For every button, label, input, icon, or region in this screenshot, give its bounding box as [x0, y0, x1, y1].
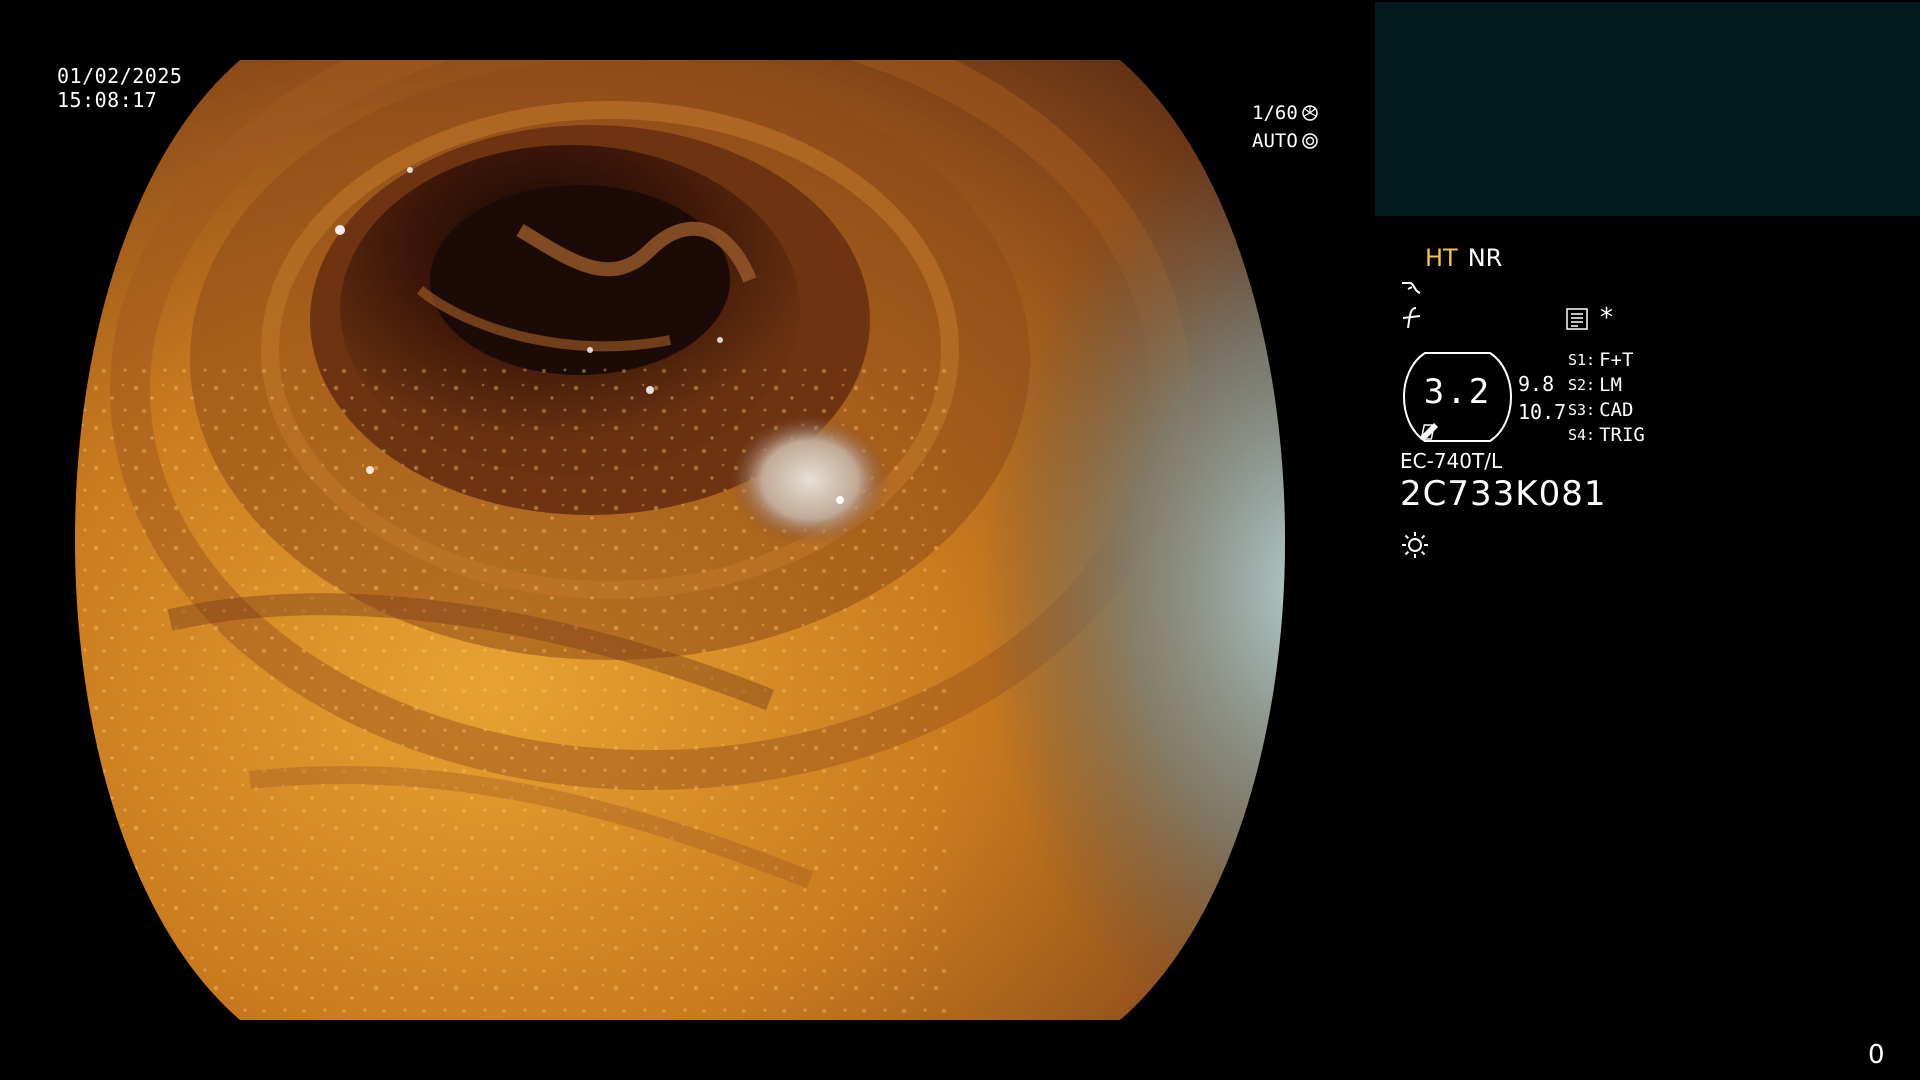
switch-label: LM	[1599, 374, 1622, 396]
scope-switch-2: S2: LM	[1568, 373, 1645, 398]
iris-icon	[1301, 132, 1319, 150]
switch-label: TRIG	[1599, 424, 1645, 446]
datetime-display: 01/02/2025 15:08:17	[57, 64, 182, 112]
scope-serial: 2C733K081	[1400, 474, 1607, 514]
switch-key: S3:	[1568, 401, 1596, 419]
exposure-row: AUTO	[1252, 127, 1319, 155]
scope-switch-list: S1: F+T S2: LM S3: CAD S4: TRIG	[1568, 348, 1645, 448]
switch-key: S1:	[1568, 351, 1596, 369]
date-label: 01/02/2025	[57, 64, 183, 88]
time-label: 15:08:17	[57, 88, 158, 112]
switch-key: S4:	[1568, 426, 1596, 444]
asterisk-indicator: *	[1600, 303, 1613, 333]
ht-indicator: HT	[1425, 244, 1458, 272]
processing-status: HT NR	[1425, 244, 1502, 272]
gauge-lower-value: 10.7	[1518, 400, 1567, 424]
gauge-side-values: 9.8 10.7	[1518, 370, 1566, 426]
exposure-info: 1/60 AUTO	[1252, 99, 1319, 155]
scope-model: EC-740T/L	[1400, 449, 1503, 473]
gauge-value: 3.2	[1423, 372, 1492, 412]
aperture-icon	[1301, 104, 1319, 122]
secondary-view-panel	[1375, 2, 1920, 216]
curve-icon	[1400, 277, 1426, 299]
shutter-row: 1/60	[1252, 99, 1319, 127]
scope-switch-1: S1: F+T	[1568, 348, 1645, 373]
slash-f-icon	[1400, 306, 1426, 330]
exposure-mode: AUTO	[1252, 130, 1298, 152]
list-icon	[1566, 308, 1588, 330]
scope-switch-3: S3: CAD	[1568, 398, 1645, 423]
frame-counter: 0	[1868, 1040, 1885, 1070]
scope-switch-4: S4: TRIG	[1568, 423, 1645, 448]
gauge-upper-value: 9.8	[1518, 372, 1555, 396]
switch-label: F+T	[1599, 349, 1634, 371]
switch-label: CAD	[1599, 399, 1634, 421]
sun-icon	[1400, 530, 1430, 560]
switch-key: S2:	[1568, 376, 1596, 394]
nr-indicator: NR	[1467, 244, 1503, 272]
endoscope-image	[50, 60, 1312, 1020]
shutter-speed: 1/60	[1252, 102, 1298, 124]
